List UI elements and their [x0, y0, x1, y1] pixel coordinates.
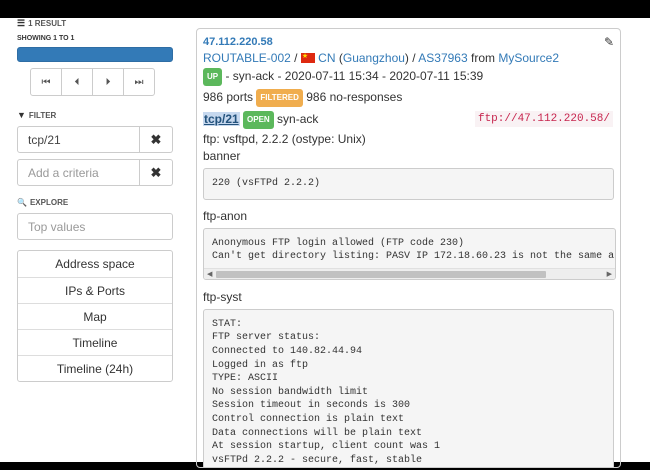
- filter-row: Add a criteria ✖: [17, 159, 173, 186]
- up-badge: UP: [203, 68, 223, 86]
- horizontal-scrollbar[interactable]: ◀ ▶: [204, 267, 615, 279]
- port-reason: syn-ack: [277, 112, 319, 126]
- explore-title: EXPLORE: [29, 198, 69, 207]
- script-output-banner: 220 (vsFTPd 2.2.2): [203, 168, 614, 200]
- port-line: tcp/21 OPEN syn-ack ftp://47.112.220.58/: [203, 111, 614, 129]
- nav-timeline[interactable]: Timeline: [18, 329, 172, 355]
- prev-page-button[interactable]: ⏴: [61, 68, 93, 96]
- showing-text: SHOWING 1 TO 1: [17, 35, 75, 42]
- scroll-left-icon[interactable]: ◀: [207, 269, 212, 279]
- scroll-right-icon[interactable]: ▶: [607, 269, 612, 279]
- first-page-button[interactable]: ⏮: [30, 68, 62, 96]
- filter-icon: ▼: [17, 110, 26, 120]
- scrollbar-thumb[interactable]: [216, 270, 546, 278]
- script-output-ftp-syst: STAT: FTP server status: Connected to 14…: [203, 308, 614, 467]
- nav-address-space[interactable]: Address space: [18, 251, 172, 277]
- filter-header: ▼ FILTER: [17, 110, 173, 120]
- noresponse-count: 986 no-responses: [306, 90, 403, 104]
- open-badge: OPEN: [243, 111, 274, 129]
- ports-count: 986 ports: [203, 90, 254, 104]
- asn-link[interactable]: AS37963: [418, 51, 467, 65]
- last-page-button[interactable]: ⏭: [123, 68, 155, 96]
- source-link[interactable]: MySource2: [498, 51, 559, 65]
- city-link[interactable]: Guangzhou: [343, 51, 405, 65]
- separator: /: [290, 51, 301, 65]
- view-list: Address space IPs & Ports Map Timeline T…: [17, 250, 173, 382]
- top-values-input[interactable]: Top values: [17, 213, 173, 240]
- china-flag-icon: [300, 50, 315, 64]
- script-name-banner: banner: [203, 149, 241, 163]
- explore-header: 🔍 EXPLORE: [17, 198, 173, 207]
- script-output-ftp-anon: Anonymous FTP login allowed (FTP code 23…: [212, 237, 615, 263]
- status-line: UP - syn-ack - 2020-07-11 15:34 - 2020-0…: [203, 68, 614, 86]
- script-name-ftp-syst: ftp-syst: [203, 289, 242, 304]
- ftp-url[interactable]: ftp://47.112.220.58/: [474, 111, 613, 127]
- sidebar: ☰ 1 RESULT SHOWING 1 TO 1 ⏮ ⏴ ⏵ ⏭ ▼ FILT…: [17, 18, 173, 382]
- pencil-icon[interactable]: ✎: [604, 35, 614, 49]
- source-line: ROUTABLE-002 / CN (Guangzhou) / AS37963 …: [203, 50, 614, 65]
- filtered-badge: FILTERED: [256, 89, 303, 107]
- service-info: ftp: vsftpd, 2.2.2 (ostype: Unix): [203, 132, 366, 146]
- from-text: from: [467, 51, 499, 65]
- filter-input[interactable]: tcp/21: [17, 126, 140, 153]
- filter-row: tcp/21 ✖: [17, 126, 173, 153]
- result-header: ☰ 1 RESULT: [17, 18, 173, 29]
- result-count: 1 RESULT: [28, 19, 67, 28]
- port-link[interactable]: tcp/21: [203, 112, 240, 126]
- routable-link[interactable]: ROUTABLE-002: [203, 51, 291, 65]
- next-page-button[interactable]: ⏵: [92, 68, 124, 96]
- list-icon: ☰: [17, 18, 26, 28]
- clear-criteria-button[interactable]: ✖: [140, 159, 173, 186]
- status-text: - syn-ack - 2020-07-11 15:34 - 2020-07-1…: [222, 69, 484, 83]
- search-icon: 🔍: [17, 198, 27, 207]
- host-ip[interactable]: 47.112.220.58: [203, 36, 614, 48]
- filter-title: FILTER: [28, 110, 57, 120]
- host-panel: ✎ 47.112.220.58 ROUTABLE-002 / CN (Guang…: [196, 28, 621, 468]
- results-progress-bar: [17, 47, 173, 62]
- nav-map[interactable]: Map: [18, 303, 172, 329]
- ports-summary: 986 ports FILTERED 986 no-responses: [203, 89, 614, 107]
- nav-ips-ports[interactable]: IPs & Ports: [18, 277, 172, 303]
- script-name-ftp-anon: ftp-anon: [203, 208, 248, 223]
- ftp-anon-output-box: Anonymous FTP login allowed (FTP code 23…: [203, 227, 616, 280]
- add-criteria-input[interactable]: Add a criteria: [17, 159, 140, 186]
- remove-filter-button[interactable]: ✖: [140, 126, 173, 153]
- app-frame: ☰ 1 RESULT SHOWING 1 TO 1 ⏮ ⏴ ⏵ ⏭ ▼ FILT…: [0, 18, 650, 468]
- country-link[interactable]: CN: [318, 51, 335, 65]
- pager: ⏮ ⏴ ⏵ ⏭: [30, 68, 173, 96]
- nav-timeline-24h[interactable]: Timeline (24h): [18, 355, 172, 381]
